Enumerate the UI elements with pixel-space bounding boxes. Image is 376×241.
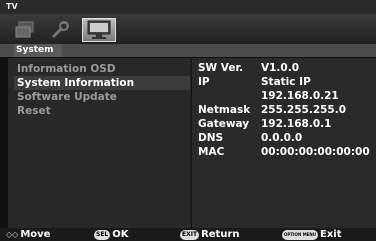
info-value: V1.0.0 <box>261 62 300 74</box>
info-key: IP <box>198 76 210 88</box>
info-key: DNS <box>198 132 224 144</box>
hint-ok-label: OK <box>112 229 129 240</box>
menu-item-system-information[interactable]: System Information <box>14 76 190 90</box>
info-value: 192.168.0.1 <box>261 118 332 130</box>
hint-return-label: Return <box>201 229 240 240</box>
exit-key-icon: EXIT <box>180 229 200 240</box>
info-row-ip: IP Static IP <box>198 75 370 89</box>
info-value: 0.0.0.0 <box>261 132 303 144</box>
hint-exit-label: Exit <box>320 229 342 240</box>
picture-tab-icon <box>15 21 34 38</box>
key-hint-bar: ◇◇ Move SEL OK EXIT Return OPTION MENU E… <box>0 228 376 241</box>
hint-move-label: Move <box>20 229 51 240</box>
monitor-tab-icon <box>87 20 111 39</box>
info-row-sw-version: SW Ver. V1.0.0 <box>198 61 370 75</box>
wrench-tab-icon <box>51 21 69 39</box>
info-value: 00:00:00:00:00:00 <box>261 146 370 158</box>
info-value: Static IP <box>261 76 311 88</box>
hint-exit: OPTION MENU Exit <box>282 228 342 241</box>
menu-item-information-osd[interactable]: Information OSD <box>14 62 190 76</box>
info-row-mac: MAC 00:00:00:00:00:00 <box>198 145 370 159</box>
info-row-ip-address: 192.168.0.21 <box>198 89 370 103</box>
info-key <box>198 89 261 103</box>
info-key: Gateway <box>198 118 250 130</box>
tab-picture[interactable] <box>10 18 40 42</box>
tab-bar <box>0 14 376 44</box>
info-value: 255.255.255.0 <box>261 104 347 116</box>
system-menu: Information OSD System Information Softw… <box>14 62 190 118</box>
section-title: System <box>14 44 62 57</box>
info-key: Netmask <box>198 104 251 116</box>
arrow-keys-icon: ◇◇ <box>6 229 19 239</box>
hint-return: EXIT Return <box>180 228 240 241</box>
menu-item-reset[interactable]: Reset <box>14 104 190 118</box>
tab-setup[interactable] <box>45 18 75 42</box>
option-menu-key-icon: OPTION MENU <box>282 229 318 240</box>
hint-ok: SEL OK <box>94 228 129 241</box>
tab-system[interactable] <box>82 18 116 42</box>
window-title: TV <box>0 0 376 14</box>
info-row-dns: DNS 0.0.0.0 <box>198 131 370 145</box>
menu-item-software-update[interactable]: Software Update <box>14 90 190 104</box>
info-row-netmask: Netmask 255.255.255.0 <box>198 103 370 117</box>
sel-key-icon: SEL <box>94 229 111 240</box>
system-info-list: SW Ver. V1.0.0 IP Static IP 192.168.0.21… <box>198 61 370 159</box>
hint-move: ◇◇ Move <box>6 228 50 241</box>
info-key: MAC <box>198 146 225 158</box>
info-key: SW Ver. <box>198 62 244 74</box>
info-value: 192.168.0.21 <box>261 90 339 102</box>
info-row-gateway: Gateway 192.168.0.1 <box>198 117 370 131</box>
